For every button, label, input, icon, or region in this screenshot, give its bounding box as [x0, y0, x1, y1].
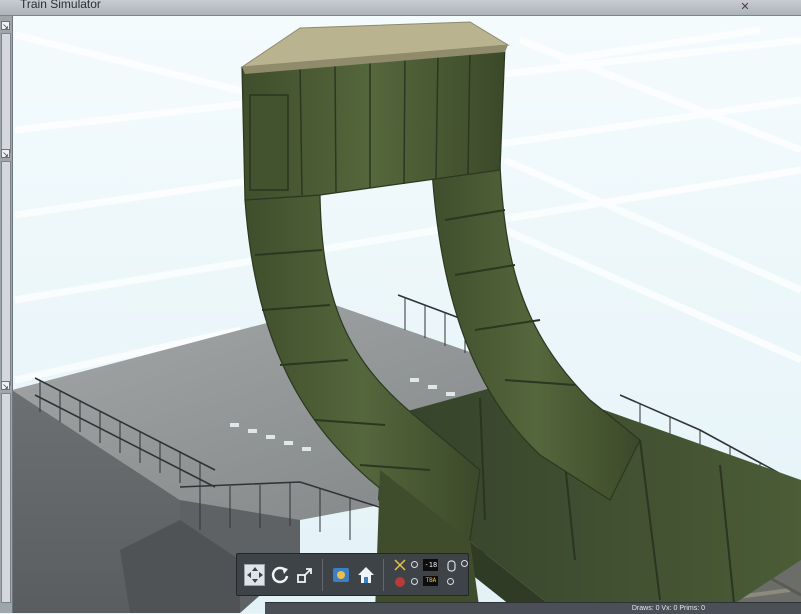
- scale-icon: [296, 567, 312, 583]
- toolbar-separator: [322, 558, 324, 591]
- radio-icon[interactable]: [411, 577, 419, 585]
- pin-icon[interactable]: ↘: [1, 149, 10, 159]
- rotate-tool-button[interactable]: [269, 564, 290, 586]
- window-title: Train Simulator: [20, 0, 101, 11]
- radio-icon[interactable]: [447, 577, 455, 585]
- collapsed-panel[interactable]: [1, 161, 11, 386]
- camera-icon: [332, 567, 349, 582]
- select-tool-button[interactable]: [244, 563, 266, 586]
- collapsed-panel[interactable]: [1, 393, 11, 603]
- collapsed-panel[interactable]: [1, 33, 11, 153]
- angle-readout[interactable]: -18: [423, 558, 439, 571]
- cabin-door: [249, 94, 289, 191]
- select-icon: [246, 566, 263, 583]
- rotate-icon: [271, 566, 288, 583]
- pin-icon[interactable]: ↘: [1, 21, 10, 31]
- object-icon: [395, 576, 406, 587]
- scale-tool-button[interactable]: [294, 564, 315, 586]
- snap-settings-cluster[interactable]: -18 TBA: [391, 557, 469, 593]
- status-bar: Draws: 0 Vx: 0 Prims: 0: [265, 602, 801, 614]
- toolbar-separator: [383, 558, 385, 591]
- close-icon[interactable]: ✕: [739, 1, 751, 13]
- radio-icon[interactable]: [411, 560, 419, 568]
- editor-toolbar: -18 TBA: [236, 553, 469, 596]
- axis-icon: [394, 558, 406, 571]
- home-icon: [357, 566, 374, 583]
- home-view-button[interactable]: [355, 564, 376, 586]
- render-stats-text: Draws: 0 Vx: 0 Prims: 0: [631, 605, 705, 612]
- 3d-viewport[interactable]: [0, 15, 801, 613]
- radio-icon[interactable]: [461, 559, 469, 567]
- pin-icon[interactable]: ↘: [1, 381, 10, 391]
- scene-render: [0, 15, 801, 613]
- snap-readout[interactable]: TBA: [423, 575, 439, 586]
- camera-button[interactable]: [330, 564, 351, 586]
- mouse-icon: [447, 559, 456, 572]
- window-titlebar: Train Simulator ✕: [0, 0, 801, 16]
- left-panel-strip: ↘ ↘ ↘: [0, 15, 13, 613]
